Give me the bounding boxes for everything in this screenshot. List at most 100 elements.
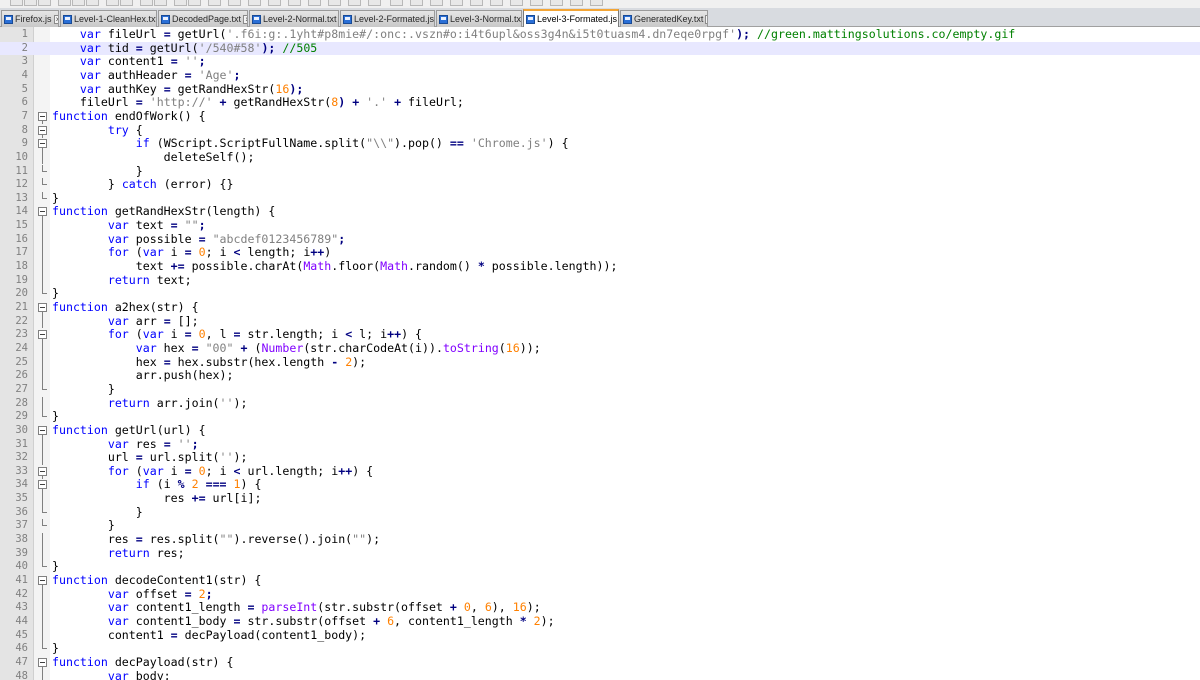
code-line[interactable]: 25 hex = hex.substr(hex.length - 2);	[0, 355, 1200, 370]
fold-minus-icon[interactable]	[35, 110, 49, 124]
code-line[interactable]: 23 for (var i = 0, l = str.length; i < l…	[0, 327, 1200, 343]
code-line[interactable]: 33 for (var i = 0; i < url.length; i++) …	[0, 464, 1200, 479]
code-line[interactable]: 4 var authHeader = 'Age';	[0, 68, 1200, 83]
code-line[interactable]: 2 var tid = getUrl('/540#58'); //505	[0, 41, 1200, 56]
toolbar-button[interactable]	[570, 0, 583, 6]
code-line[interactable]: 29}	[0, 409, 1200, 424]
toolbar-button[interactable]	[188, 0, 201, 6]
fold-minus-icon[interactable]	[35, 424, 49, 438]
fold-minus-icon[interactable]	[35, 124, 49, 138]
fold-minus-icon[interactable]	[35, 301, 49, 315]
tab-firefox-js[interactable]: Firefox.js×	[1, 10, 59, 27]
code-line[interactable]: 19 return text;	[0, 273, 1200, 288]
toolbar-button[interactable]	[58, 0, 71, 6]
fold-minus-icon[interactable]	[35, 137, 49, 152]
code-line[interactable]: 8 try {	[0, 123, 1200, 138]
tab-level-2-formated-js[interactable]: Level-2-Formated.js×	[340, 10, 435, 27]
code-line[interactable]: 1 var fileUrl = getUrl('.f6i:g:.1yht#p8m…	[0, 27, 1200, 42]
code-line[interactable]: 37 }	[0, 519, 1200, 533]
code-line[interactable]: 39 return res;	[0, 546, 1200, 561]
toolbar-button[interactable]	[248, 0, 261, 6]
toolbar-button[interactable]	[450, 0, 463, 6]
toolbar-button[interactable]	[140, 0, 153, 6]
toolbar-button[interactable]	[430, 0, 443, 6]
close-icon[interactable]: ×	[53, 14, 58, 24]
code-line[interactable]: 17 for (var i = 0; i < length; i++)	[0, 246, 1200, 261]
code-editor[interactable]: 1 var fileUrl = getUrl('.f6i:g:.1yht#p8m…	[0, 27, 1200, 680]
code-line[interactable]: 32 url = url.split('');	[0, 450, 1200, 465]
close-icon[interactable]: ×	[243, 14, 247, 24]
code-line[interactable]: 31 var res = '';	[0, 437, 1200, 452]
code-line[interactable]: 20}	[0, 287, 1200, 301]
code-line[interactable]: 30 function getUrl(url) {	[0, 423, 1200, 438]
code-line[interactable]: 16 var possible = "abcdef0123456789";	[0, 232, 1200, 247]
code-line[interactable]: 47 function decPayload(str) {	[0, 655, 1200, 670]
toolbar-button[interactable]	[208, 0, 221, 6]
toolbar-button[interactable]	[490, 0, 503, 6]
toolbar-button[interactable]	[328, 0, 341, 6]
tab-level-2-normal-txt[interactable]: Level-2-Normal.txt×	[249, 10, 339, 27]
code-line[interactable]: 9 if (WScript.ScriptFullName.split("\\")…	[0, 136, 1200, 152]
code-line[interactable]: 12 } catch (error) {}	[0, 177, 1200, 192]
code-line[interactable]: 45 content1 = decPayload(content1_body);	[0, 628, 1200, 643]
code-line[interactable]: 21 function a2hex(str) {	[0, 300, 1200, 315]
code-line[interactable]: 35 res += url[i];	[0, 491, 1200, 506]
code-line[interactable]: 40}	[0, 560, 1200, 574]
toolbar-button[interactable]	[288, 0, 301, 6]
code-line[interactable]: 22 var arr = [];	[0, 314, 1200, 329]
fold-minus-icon[interactable]	[35, 574, 49, 588]
toolbar-button[interactable]	[38, 0, 51, 6]
toolbar-button[interactable]	[368, 0, 381, 6]
code-line[interactable]: 44 var content1_body = str.substr(offset…	[0, 614, 1200, 629]
toolbar-button[interactable]	[348, 0, 361, 6]
fold-minus-icon[interactable]	[35, 328, 49, 343]
code-line[interactable]: 13}	[0, 191, 1200, 206]
code-line[interactable]: 3 var content1 = '';	[0, 54, 1200, 69]
toolbar-button[interactable]	[24, 0, 37, 6]
toolbar-button[interactable]	[228, 0, 241, 6]
code-line[interactable]: 6 fileUrl = 'http://' + getRandHexStr(8)…	[0, 95, 1200, 110]
toolbar-button[interactable]	[268, 0, 281, 6]
code-line[interactable]: 43 var content1_length = parseInt(str.su…	[0, 600, 1200, 615]
code-line[interactable]: 48 var body;	[0, 669, 1200, 680]
tab-level-3-normal-txt[interactable]: Level-3-Normal.txt×	[436, 10, 522, 27]
fold-minus-icon[interactable]	[35, 465, 49, 479]
toolbar-button[interactable]	[72, 0, 85, 6]
code-line[interactable]: 46}	[0, 641, 1200, 656]
toolbar-button[interactable]	[308, 0, 321, 6]
toolbar-button[interactable]	[106, 0, 119, 6]
toolbar-button[interactable]	[154, 0, 167, 6]
code-line[interactable]: 26 arr.push(hex);	[0, 368, 1200, 383]
toolbar-button[interactable]	[590, 0, 603, 6]
code-line[interactable]: 18 text += possible.charAt(Math.floor(Ma…	[0, 259, 1200, 274]
fold-minus-icon[interactable]	[35, 478, 49, 493]
close-icon[interactable]: ×	[705, 14, 707, 24]
tab-decodedpage-txt[interactable]: DecodedPage.txt×	[158, 10, 248, 27]
fold-minus-icon[interactable]	[35, 205, 49, 220]
tab-generatedkey-txt[interactable]: GeneratedKey.txt×	[620, 10, 708, 27]
toolbar-button[interactable]	[530, 0, 543, 6]
code-line[interactable]: 10 deleteSelf();	[0, 150, 1200, 165]
toolbar-button[interactable]	[86, 0, 99, 6]
code-line[interactable]: 5 var authKey = getRandHexStr(16);	[0, 82, 1200, 97]
code-line[interactable]: 36 }	[0, 505, 1200, 520]
code-line[interactable]: 34 if (i % 2 === 1) {	[0, 478, 1200, 493]
toolbar-button[interactable]	[120, 0, 133, 6]
tab-level-1-cleanhex-txt[interactable]: Level-1-CleanHex.txt×	[60, 10, 157, 27]
toolbar-button[interactable]	[510, 0, 523, 6]
toolbar-button[interactable]	[174, 0, 187, 6]
code-line[interactable]: 28 return arr.join('');	[0, 396, 1200, 411]
toolbar-button[interactable]	[10, 0, 23, 6]
tab-level-3-formated-js[interactable]: Level-3-Formated.js×	[523, 9, 619, 27]
code-line[interactable]: 15 var text = "";	[0, 218, 1200, 233]
toolbar-button[interactable]	[410, 0, 423, 6]
toolbar-button[interactable]	[390, 0, 403, 6]
code-line[interactable]: 38 res = res.split("").reverse().join(""…	[0, 532, 1200, 547]
fold-minus-icon[interactable]	[35, 656, 49, 670]
code-line[interactable]: 14 function getRandHexStr(length) {	[0, 205, 1200, 220]
code-line[interactable]: 11 }	[0, 164, 1200, 179]
code-line[interactable]: 42 var offset = 2;	[0, 587, 1200, 602]
toolbar-button[interactable]	[550, 0, 563, 6]
code-line[interactable]: 27 }	[0, 382, 1200, 397]
code-line[interactable]: 41 function decodeContent1(str) {	[0, 573, 1200, 588]
